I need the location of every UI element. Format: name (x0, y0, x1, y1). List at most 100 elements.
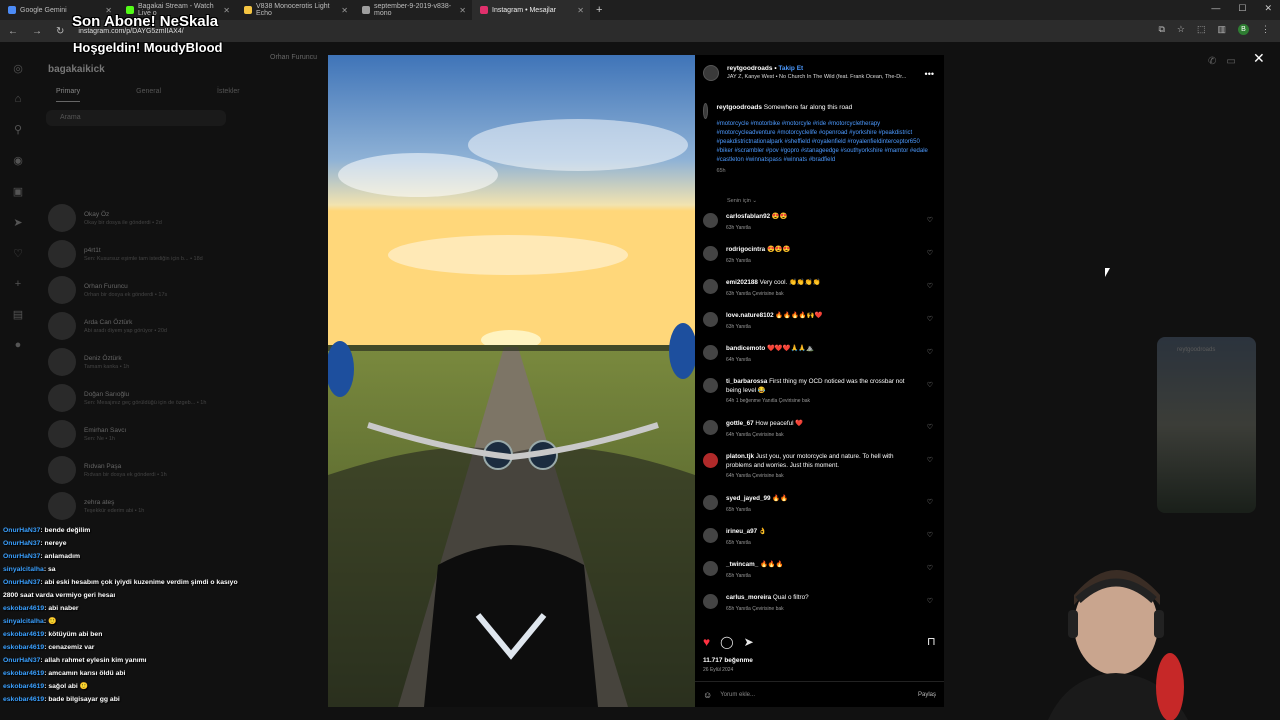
caption-hashtags[interactable]: #motorcycle #motorbike #motorcyle #ride … (716, 120, 937, 165)
comment-author[interactable]: ti_barbarossa (726, 378, 767, 385)
heart-icon[interactable]: ♡ (927, 216, 933, 224)
explore-icon[interactable]: ◉ (13, 154, 23, 167)
dm-conversation[interactable]: Emirhan Savcı Sen: Ne • 1h (48, 420, 126, 448)
menu-icon[interactable]: ⋮ (1261, 24, 1270, 35)
dashboard-icon[interactable]: ▤ (13, 308, 23, 321)
phone-icon[interactable]: ✆ (1208, 56, 1216, 67)
avatar[interactable] (703, 561, 718, 576)
browser-tab[interactable]: september-9-2019-v838-mono ✕ (354, 0, 472, 20)
post-author[interactable]: reytgoodroads (727, 65, 773, 72)
heart-icon[interactable]: ♡ (927, 315, 933, 323)
bookmark-star-icon[interactable]: ☆ (1177, 24, 1185, 35)
close-icon[interactable]: ✕ (577, 6, 584, 15)
extensions-icon[interactable]: ⬚ (1197, 24, 1206, 35)
comment-input[interactable]: Yorum ekle... (720, 692, 755, 698)
heart-icon[interactable]: ♡ (927, 423, 933, 431)
caption-author[interactable]: reytgoodroads (716, 104, 762, 111)
search-icon[interactable]: ⚲ (14, 123, 22, 136)
instagram-logo-icon[interactable]: ◎ (13, 62, 23, 75)
comment-meta[interactable]: 65h Yanıtla (726, 573, 920, 579)
avatar[interactable] (703, 345, 718, 360)
avatar[interactable] (703, 495, 718, 510)
close-window-icon[interactable]: ✕ (1264, 3, 1272, 14)
dm-tab-requests[interactable]: İstekler (217, 88, 240, 102)
minimize-icon[interactable]: — (1211, 3, 1220, 14)
comment-sort-dropdown[interactable]: Senin için ⌄ (727, 198, 757, 204)
heart-icon[interactable]: ♡ (927, 498, 933, 506)
avatar[interactable] (703, 213, 718, 228)
dm-conversation[interactable]: zehra ateş Teşekkür ederim abi • 1h (48, 492, 144, 520)
music-label[interactable]: JAY Z, Kanye West • No Church In The Wil… (727, 74, 906, 80)
heart-icon[interactable]: ♡ (927, 348, 933, 356)
heart-icon[interactable]: ♡ (927, 597, 933, 605)
notifications-icon[interactable]: ♡ (13, 247, 23, 260)
reload-icon[interactable]: ↻ (56, 26, 64, 37)
comment-author[interactable]: syed_jayed_99 (726, 495, 770, 502)
comment-author[interactable]: gottle_67 (726, 420, 754, 427)
home-icon[interactable]: ⌂ (15, 93, 22, 105)
emoji-icon[interactable]: ☺ (703, 690, 712, 700)
create-icon[interactable]: + (15, 278, 21, 290)
cast-icon[interactable]: ⧉ (1158, 24, 1164, 35)
dm-tab-primary[interactable]: Primary (56, 88, 81, 102)
browser-tab-active[interactable]: Instagram • Mesajlar ✕ (472, 0, 590, 20)
comment-meta[interactable]: 64h Yanıtla (726, 357, 920, 363)
comment-meta[interactable]: 63h Yanıtla Çevirisine bak (726, 291, 920, 297)
close-icon[interactable]: ✕ (223, 6, 230, 15)
post-media[interactable] (328, 55, 695, 707)
comment-meta[interactable]: 64h Yanıtla Çevirisine bak (726, 473, 920, 479)
messages-icon[interactable]: ➤ (13, 216, 22, 229)
reels-icon[interactable]: ▣ (13, 185, 23, 198)
dm-conversation[interactable]: Orhan Furuncu Orhan bir dosya ek gönderdi… (48, 276, 167, 304)
comment-icon[interactable]: ◯ (720, 635, 733, 649)
comment-author[interactable]: irineu_a97 (726, 528, 757, 535)
profile-avatar[interactable]: B (1238, 24, 1249, 35)
comment-meta[interactable]: 62h Yanıtla (726, 258, 920, 264)
avatar[interactable] (703, 312, 718, 327)
like-heart-icon[interactable]: ♥ (703, 635, 710, 649)
follow-button[interactable]: Takip Et (778, 65, 803, 72)
new-tab-button[interactable]: + (590, 4, 608, 16)
avatar[interactable] (703, 420, 718, 435)
close-icon[interactable]: ✕ (341, 6, 348, 15)
avatar[interactable] (703, 453, 718, 468)
dm-conversation[interactable]: Rıdvan Paşa Rıdvan bir dosya ek gönderdi … (48, 456, 167, 484)
sidebar-icon[interactable]: ▥ (1217, 24, 1226, 35)
avatar[interactable] (703, 528, 718, 543)
heart-icon[interactable]: ♡ (927, 282, 933, 290)
comment-author[interactable]: platon.tjk (726, 453, 754, 460)
avatar[interactable] (703, 65, 719, 81)
maximize-icon[interactable]: ☐ (1238, 3, 1246, 14)
avatar[interactable] (703, 246, 718, 261)
heart-icon[interactable]: ♡ (927, 564, 933, 572)
heart-icon[interactable]: ♡ (927, 249, 933, 257)
comment-meta[interactable]: 64h 1 beğenme Yanıtla Çevirisine bak (726, 398, 920, 404)
dm-search-input[interactable]: Arama (46, 110, 226, 126)
like-count[interactable]: 11.717 beğenme (703, 657, 753, 664)
heart-icon[interactable]: ♡ (927, 381, 933, 389)
comment-author[interactable]: love.nature8102 (726, 312, 774, 319)
comment-author[interactable]: rodrigocintra (726, 246, 765, 253)
dm-tab-general[interactable]: General (136, 88, 161, 102)
dm-conversation[interactable]: Arda Can Öztürk Abi aradı diyem yap görüy… (48, 312, 167, 340)
dm-conversation[interactable]: Deniz Öztürk Tamam kanka • 1h (48, 348, 129, 376)
avatar[interactable] (703, 103, 709, 119)
avatar[interactable] (703, 378, 718, 393)
comment-author[interactable]: bandicemoto (726, 345, 765, 352)
comment-author[interactable]: carlosfablan92 (726, 213, 770, 220)
heart-icon[interactable]: ♡ (927, 456, 933, 464)
comment-author[interactable]: _twincam_ (726, 561, 758, 568)
more-options-icon[interactable]: ••• (925, 69, 934, 79)
comment-author[interactable]: carlus_moreira (726, 594, 771, 601)
avatar[interactable] (703, 279, 718, 294)
comment-meta[interactable]: 64h Yanıtla Çevirisine bak (726, 432, 920, 438)
browser-tab[interactable]: V838 Monocerotis Light Echo ✕ (236, 0, 354, 20)
comment-meta[interactable]: 65h Yanıtla (726, 507, 920, 513)
video-call-icon[interactable]: ▭ (1226, 56, 1235, 67)
save-bookmark-icon[interactable]: ⊓ (927, 635, 936, 648)
close-icon[interactable]: ✕ (459, 6, 466, 15)
comment-meta[interactable]: 65h Yanıtla (726, 540, 920, 546)
share-icon[interactable]: ➤ (744, 635, 754, 649)
comment-meta[interactable]: 63h Yanıtla (726, 324, 920, 330)
dm-conversation[interactable]: Okay Öz Okay bir dosya ile gönderdi • 2d (48, 204, 162, 232)
